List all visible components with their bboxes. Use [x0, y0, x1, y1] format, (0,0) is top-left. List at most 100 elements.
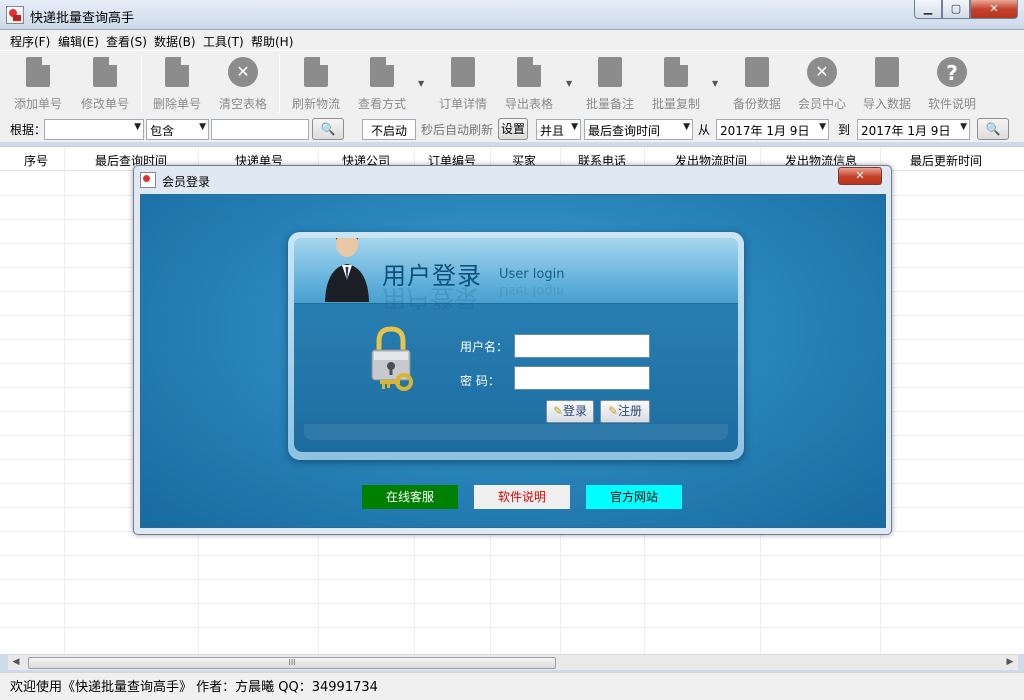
dialog-app-icon [140, 172, 156, 188]
password-input[interactable] [514, 366, 650, 390]
username-input[interactable] [514, 334, 650, 358]
view-doc-icon [370, 57, 394, 87]
menu-tools[interactable]: 工具(T) [203, 33, 244, 50]
from-date-picker[interactable]: 2017年 1月 9日 ▼ [716, 119, 829, 140]
toolbar-label: 会员中心 [797, 97, 846, 111]
login-panel-inner: 用户登录 用户登录 User login User login 用户名： 密 码… [294, 238, 738, 452]
login-button-label: 登录 [563, 404, 588, 418]
settings-button[interactable]: 设置 [498, 118, 528, 140]
date-search-button[interactable]: 🔍 [977, 118, 1009, 140]
search-icon: 🔍 [985, 122, 1001, 136]
toolbar-label: 批量复制 [651, 97, 700, 111]
menu-data[interactable]: 数据(B) [154, 33, 196, 50]
toolbar-add-button[interactable]: 添加单号 [5, 55, 71, 113]
toolbar-label: 修改单号 [80, 97, 129, 111]
toolbar-delete-button[interactable]: 删除单号 [144, 55, 210, 113]
chevron-down-icon: ▼ [134, 122, 141, 132]
official-website-button[interactable]: 官方网站 [586, 485, 682, 509]
online-support-button[interactable]: 在线客服 [362, 485, 458, 509]
status-text: 欢迎使用《快递批量查询高手》 作者：方晨曦 QQ：34991734 [10, 680, 378, 695]
help-icon [937, 57, 967, 87]
refresh-doc-icon [304, 57, 328, 87]
toolbar-label: 添加单号 [13, 97, 62, 111]
toolbar-export-button[interactable]: 导出表格 [496, 55, 562, 113]
username-label: 用户名： [460, 340, 509, 354]
panel-footer [304, 424, 728, 440]
dialog-title: 会员登录 [162, 175, 211, 189]
toolbar-label: 订单详情 [438, 97, 487, 111]
close-button[interactable]: ✕ [970, 0, 1018, 19]
register-button-label: 注册 [618, 404, 643, 418]
view-dropdown-arrow-icon[interactable]: ▼ [418, 79, 426, 88]
menu-bar: 程序(F) 编辑(E) 查看(S) 数据(B) 工具(T) 帮助(H) [0, 30, 1024, 50]
add-doc-icon [26, 57, 50, 87]
panel-subtitle: User login [499, 267, 565, 282]
login-button[interactable]: ✎登录 [546, 400, 594, 423]
logic-value: 并且 [540, 124, 565, 138]
toolbar-label: 查看方式 [357, 97, 406, 111]
filter-match-value: 包含 [150, 124, 175, 138]
backup-icon [745, 57, 769, 87]
date-field-value: 最后查询时间 [588, 124, 661, 138]
toolbar-backup-button[interactable]: 备份数据 [724, 55, 790, 113]
toolbar-view-button[interactable]: 查看方式 [349, 55, 415, 113]
column-header[interactable]: 序号 [24, 152, 48, 169]
filter-search-input[interactable] [211, 119, 309, 140]
maximize-button[interactable]: ▢ [942, 0, 970, 19]
column-header[interactable]: 最后更新时间 [910, 152, 982, 169]
grid-row-divider [0, 555, 1024, 556]
auto-refresh-input[interactable]: 不启动 [362, 119, 416, 140]
minimize-button[interactable]: ▁ [914, 0, 942, 19]
edit-doc-icon [93, 57, 117, 87]
toolbar-label: 导出表格 [504, 97, 553, 111]
grid-row-divider [0, 603, 1024, 604]
menu-edit[interactable]: 编辑(E) [58, 33, 99, 50]
filter-field-select[interactable]: ▼ [44, 119, 144, 140]
login-panel: 用户登录 用户登录 User login User login 用户名： 密 码… [288, 232, 744, 460]
toolbar-member-button[interactable]: 会员中心 [789, 55, 855, 113]
export-dropdown-arrow-icon[interactable]: ▼ [566, 79, 574, 88]
pencil-icon: ✎ [552, 404, 564, 418]
from-label: 从 [698, 123, 711, 137]
order-detail-icon [451, 57, 475, 87]
toolbar-import-button[interactable]: 导入数据 [854, 55, 920, 113]
pencil-icon: ✎ [607, 404, 619, 418]
chevron-down-icon: ▼ [571, 122, 578, 132]
scroll-thumb[interactable]: III [28, 657, 556, 669]
toolbar-order-detail-button[interactable]: 订单详情 [430, 55, 496, 113]
chevron-down-icon: ▼ [819, 122, 826, 132]
lock-icon [371, 326, 413, 391]
toolbar-batch-note-button[interactable]: 批量备注 [577, 55, 643, 113]
batch-copy-icon [664, 57, 688, 87]
logic-select[interactable]: 并且 ▼ [536, 119, 581, 140]
toolbar-help-button[interactable]: 软件说明 [919, 55, 985, 113]
toolbar-label: 刷新物流 [291, 97, 340, 111]
toolbar-batch-copy-button[interactable]: 批量复制 [643, 55, 709, 113]
software-help-button[interactable]: 软件说明 [474, 485, 570, 509]
user-icon [325, 238, 369, 302]
register-button[interactable]: ✎注册 [600, 400, 650, 423]
scroll-right-icon[interactable]: ▶ [1002, 655, 1018, 670]
toolbar-clear-button[interactable]: 清空表格 [210, 55, 276, 113]
clock-icon [807, 57, 837, 87]
toolbar-label: 导入数据 [862, 97, 911, 111]
export-icon [517, 57, 541, 87]
login-dialog: 会员登录 ✕ 用户登录 用户登录 User login User login 用… [133, 165, 892, 535]
menu-program[interactable]: 程序(F) [10, 33, 50, 50]
dialog-close-button[interactable]: ✕ [838, 167, 882, 185]
scroll-left-icon[interactable]: ◀ [8, 655, 24, 670]
horizontal-scrollbar[interactable]: ◀ III ▶ [8, 654, 1018, 670]
to-date-picker[interactable]: 2017年 1月 9日 ▼ [857, 119, 970, 140]
search-button[interactable]: 🔍 [312, 118, 344, 140]
to-label: 到 [838, 123, 851, 137]
copy-dropdown-arrow-icon[interactable]: ▼ [712, 79, 720, 88]
filter-match-select[interactable]: 包含 ▼ [146, 119, 209, 140]
toolbar-separator [141, 55, 142, 113]
toolbar-edit-button[interactable]: 修改单号 [72, 55, 138, 113]
menu-help[interactable]: 帮助(H) [251, 33, 293, 50]
date-field-select[interactable]: 最后查询时间 ▼ [584, 119, 693, 140]
status-bar: 欢迎使用《快递批量查询高手》 作者：方晨曦 QQ：34991734 [0, 672, 1024, 700]
toolbar-refresh-button[interactable]: 刷新物流 [283, 55, 349, 113]
menu-view[interactable]: 查看(S) [106, 33, 147, 50]
toolbar-label: 软件说明 [927, 97, 976, 111]
